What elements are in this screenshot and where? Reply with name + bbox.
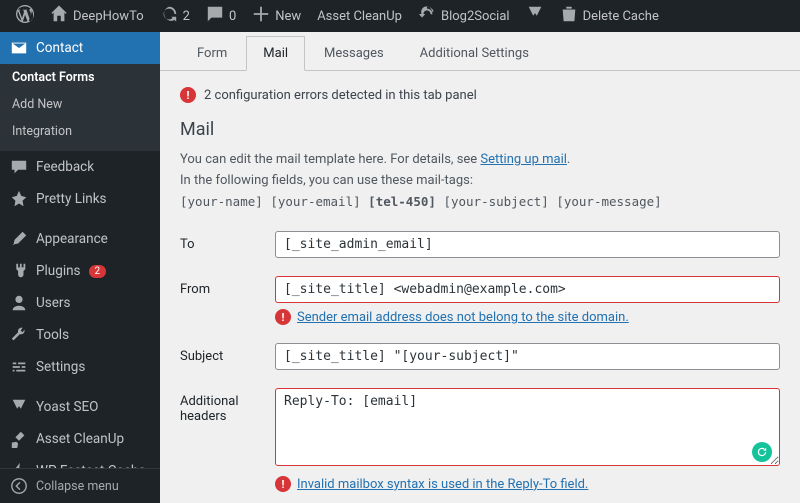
sidebar-item-label: Feedback: [36, 159, 94, 175]
desc-text-2: In the following fields, you can use the…: [180, 173, 473, 188]
collapse-icon: [10, 477, 28, 495]
row-subject: Subject: [180, 343, 780, 370]
b2s-link[interactable]: Blog2Social: [410, 0, 518, 32]
yoast-link[interactable]: [518, 0, 552, 32]
sidebar-item-wpfc[interactable]: WP Fastest Cache: [0, 455, 160, 468]
sidebar-item-label: Contact: [36, 40, 83, 56]
error-icon: !: [275, 476, 291, 492]
comment-icon: [206, 5, 224, 27]
to-label: To: [180, 231, 275, 252]
star-icon: [10, 190, 28, 208]
config-error-banner: ! 2 configuration errors detected in thi…: [180, 87, 780, 103]
row-to: To: [180, 231, 780, 258]
tab-messages[interactable]: Messages: [307, 36, 401, 70]
mail-tags: [your-name] [your-email] [tel-450] [your…: [180, 194, 662, 209]
sidebar-item-label: Appearance: [36, 231, 108, 247]
wrench-icon: [10, 326, 28, 344]
sidebar-item-asset[interactable]: Asset CleanUp: [0, 423, 160, 455]
from-input[interactable]: [275, 276, 780, 303]
addh-error: ! Invalid mailbox syntax is used in the …: [275, 476, 780, 492]
plus-icon: [252, 5, 270, 27]
mail-description: You can edit the mail template here. For…: [180, 150, 780, 213]
sidebar-item-label: Tools: [36, 327, 69, 343]
from-label: From: [180, 276, 275, 297]
refresh-icon: [418, 5, 436, 27]
user-icon: [10, 294, 28, 312]
plugins-count: 2: [89, 265, 107, 278]
sidebar-item-label: Settings: [36, 359, 85, 375]
sidebar-item-appearance[interactable]: Appearance: [0, 223, 160, 255]
from-error: ! Sender email address does not belong t…: [275, 309, 780, 325]
b2s-label: Blog2Social: [441, 9, 510, 24]
setup-mail-link[interactable]: Setting up mail: [480, 152, 566, 167]
sidebar-item-label: Asset CleanUp: [36, 431, 124, 447]
sidebar-item-label: Yoast SEO: [36, 399, 98, 415]
wp-logo[interactable]: [8, 0, 42, 32]
error-icon: !: [180, 87, 196, 103]
wordpress-icon: [16, 5, 34, 27]
banner-text: 2 configuration errors detected in this …: [204, 88, 477, 103]
sidebar-sub-add-new[interactable]: Add New: [0, 91, 160, 118]
cache-label: Delete Cache: [583, 9, 659, 24]
trash-icon: [560, 5, 578, 27]
sidebar-submenu-contact: Contact Forms Add New Integration: [0, 64, 160, 151]
sidebar-item-users[interactable]: Users: [0, 287, 160, 319]
subject-label: Subject: [180, 343, 275, 364]
row-from: From ! Sender email address does not bel…: [180, 276, 780, 325]
new-label: New: [275, 9, 301, 24]
from-error-link[interactable]: Sender email address does not belong to …: [297, 310, 629, 325]
yoast-icon: [526, 5, 544, 27]
brush-icon: [10, 230, 28, 248]
admin-toolbar: DeepHowTo 2 0 New Asset CleanUp Blog2Soc…: [0, 0, 800, 32]
error-icon: !: [275, 309, 291, 325]
sidebar-item-tools[interactable]: Tools: [0, 319, 160, 351]
feedback-icon: [10, 158, 28, 176]
desc-text-1: You can edit the mail template here. For…: [180, 152, 480, 167]
sidebar-item-label: Pretty Links: [36, 191, 107, 207]
collapse-button[interactable]: Collapse menu: [0, 468, 160, 503]
content-area: Form Mail Messages Additional Settings !…: [160, 32, 800, 503]
addh-label: Additional headers: [180, 388, 275, 424]
mail-icon: [10, 39, 28, 57]
page-title: Mail: [180, 119, 780, 140]
comments-count: 0: [229, 9, 236, 24]
updates-count: 2: [183, 9, 190, 24]
home-icon: [50, 5, 68, 27]
tab-row: Form Mail Messages Additional Settings: [160, 32, 800, 71]
site-title: DeepHowTo: [73, 9, 144, 24]
addh-error-link[interactable]: Invalid mailbox syntax is used in the Re…: [297, 477, 588, 492]
sidebar-item-label: Plugins: [36, 263, 81, 279]
sidebar-sub-integration[interactable]: Integration: [0, 118, 160, 145]
collapse-label: Collapse menu: [36, 479, 119, 494]
update-icon: [160, 5, 178, 27]
tab-mail[interactable]: Mail: [246, 36, 305, 71]
sidebar-item-label: Users: [36, 295, 70, 311]
sidebar-item-plugins[interactable]: Plugins 2: [0, 255, 160, 287]
sidebar-item-yoast[interactable]: Yoast SEO: [0, 391, 160, 423]
addh-textarea[interactable]: [275, 388, 780, 466]
sidebar-item-settings[interactable]: Settings: [0, 351, 160, 383]
asset-link[interactable]: Asset CleanUp: [309, 0, 410, 32]
site-link[interactable]: DeepHowTo: [42, 0, 152, 32]
new-link[interactable]: New: [244, 0, 309, 32]
sidebar-item-pretty-links[interactable]: Pretty Links: [0, 183, 160, 215]
tab-additional[interactable]: Additional Settings: [403, 36, 546, 70]
asset-label: Asset CleanUp: [317, 9, 402, 24]
comments-link[interactable]: 0: [198, 0, 244, 32]
row-additional-headers: Additional headers ! Invalid mailbox syn…: [180, 388, 780, 492]
to-input[interactable]: [275, 231, 780, 258]
sidebar-item-feedback[interactable]: Feedback: [0, 151, 160, 183]
sidebar-sub-contact-forms[interactable]: Contact Forms: [0, 64, 160, 91]
tab-form[interactable]: Form: [180, 36, 244, 70]
admin-sidebar: Contact Contact Forms Add New Integratio…: [0, 32, 160, 503]
yoast-icon: [10, 398, 28, 416]
sliders-icon: [10, 358, 28, 376]
updates-link[interactable]: 2: [152, 0, 198, 32]
cache-link[interactable]: Delete Cache: [552, 0, 667, 32]
broom-icon: [10, 430, 28, 448]
sidebar-item-contact[interactable]: Contact: [0, 32, 160, 64]
plugin-icon: [10, 262, 28, 280]
subject-input[interactable]: [275, 343, 780, 370]
